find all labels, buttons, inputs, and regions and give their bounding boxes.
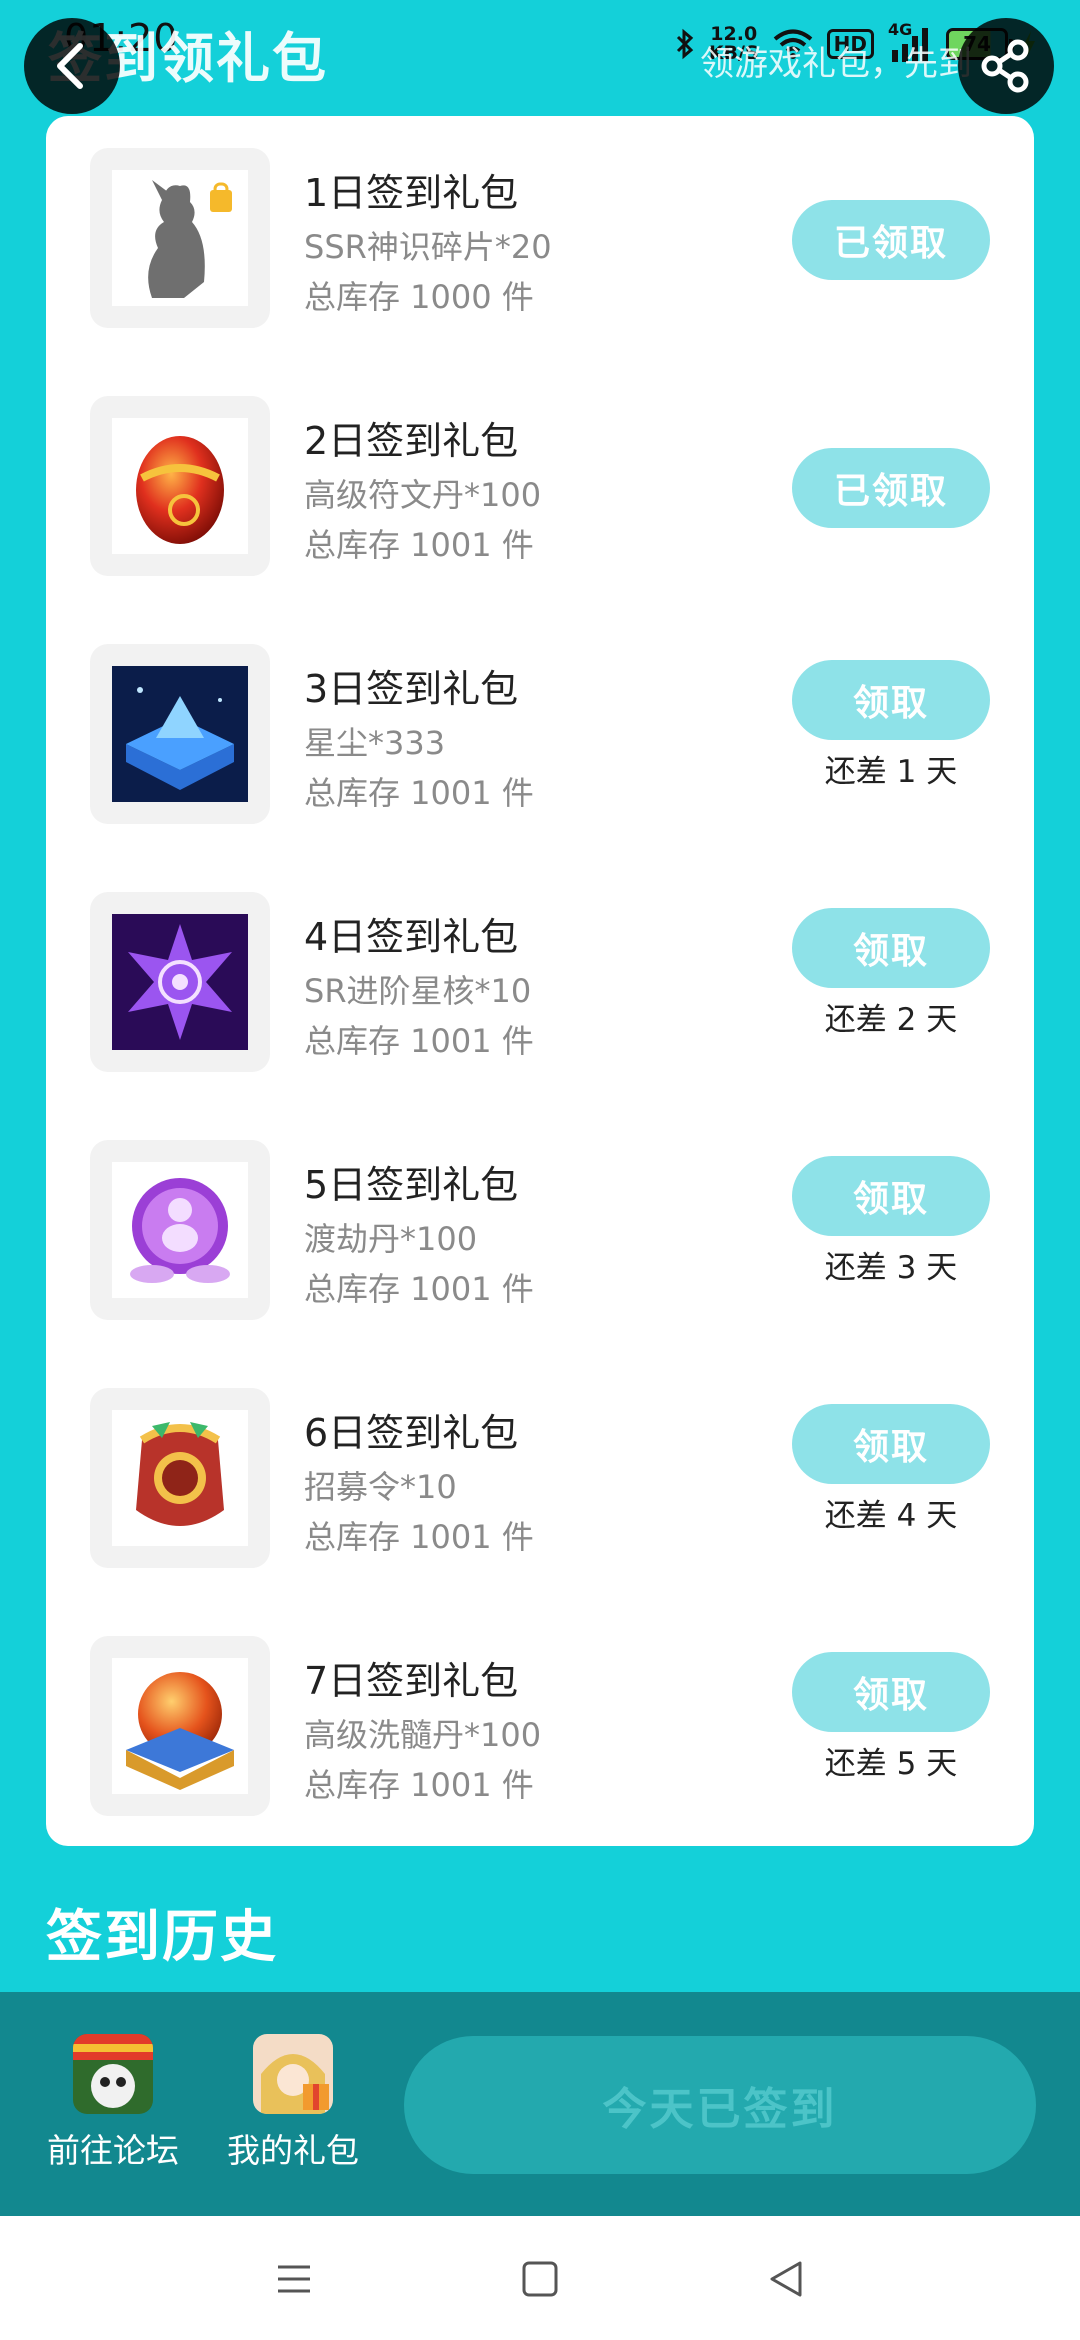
gift-name: 6日签到礼包 [304, 1411, 519, 1455]
share-button[interactable] [958, 18, 1054, 114]
claim-button[interactable]: 领取 [792, 660, 990, 740]
claim-button[interactable]: 领取 [792, 1404, 990, 1484]
gift-row: 6日签到礼包 招募令*10 总库存 1001 件 领取 还差 4 天 [46, 1356, 1034, 1568]
gift-stock: 总库存 1001 件 [304, 1022, 534, 1060]
nav-home-button[interactable] [510, 2254, 570, 2304]
gift-icon-frame [90, 1636, 270, 1816]
gift-stock: 总库存 1001 件 [304, 1518, 534, 1556]
gift-icon-frame [90, 1388, 270, 1568]
days-remaining: 还差 5 天 [824, 1746, 958, 1782]
gift-image [112, 170, 248, 306]
gift-name: 7日签到礼包 [304, 1659, 519, 1703]
gift-icon-frame [90, 148, 270, 328]
gift-row: 3日签到礼包 星尘*333 总库存 1001 件 领取 还差 1 天 [46, 612, 1034, 824]
gift-icon-frame [90, 644, 270, 824]
gift-name: 5日签到礼包 [304, 1163, 519, 1207]
action-bar: 前往论坛 我的礼包 今天已签到 [0, 1992, 1080, 2216]
gift-stock: 总库存 1000 件 [304, 278, 534, 316]
claim-button[interactable]: 领取 [792, 1652, 990, 1732]
days-remaining: 还差 1 天 [824, 754, 958, 790]
forum-avatar [73, 2034, 153, 2114]
days-remaining: 还差 4 天 [824, 1498, 958, 1534]
signed-in-today-button[interactable]: 今天已签到 [404, 2036, 1036, 2174]
gift-row: 2日签到礼包 高级符文丹*100 总库存 1001 件 已领取 [46, 364, 1034, 576]
gift-item: 招募令*10 [304, 1468, 457, 1506]
star-core-icon [112, 914, 248, 1050]
my-gifts-label: 我的礼包 [227, 2131, 359, 2170]
gift-row: 7日签到礼包 高级洗髓丹*100 总库存 1001 件 领取 还差 5 天 [46, 1604, 1034, 1816]
nav-menu-button[interactable] [264, 2254, 324, 2304]
gift-item: SSR神识碎片*20 [304, 228, 552, 266]
gift-name: 3日签到礼包 [304, 667, 519, 711]
my-gifts-link[interactable]: 我的礼包 [218, 2034, 368, 2172]
my-gifts-avatar [253, 2034, 333, 2114]
gift-row: 1日签到礼包 SSR神识碎片*20 总库存 1000 件 已领取 [46, 116, 1034, 328]
gift-item: 高级符文丹*100 [304, 476, 542, 514]
stardust-chest-icon [112, 666, 248, 802]
gift-name: 4日签到礼包 [304, 915, 519, 959]
history-title: 签到历史 [46, 1905, 278, 1970]
days-remaining: 还差 3 天 [824, 1250, 958, 1286]
back-button[interactable] [24, 18, 120, 114]
home-icon [522, 2261, 558, 2297]
claim-button[interactable]: 领取 [792, 1156, 990, 1236]
claimed-button[interactable]: 已领取 [792, 448, 990, 528]
recruit-token-icon [136, 1422, 224, 1526]
system-nav-bar [0, 2216, 1080, 2340]
gift-item: 渡劫丹*100 [304, 1220, 478, 1258]
gift-stock: 总库存 1001 件 [304, 774, 534, 812]
tribulation-pill-icon [130, 1178, 230, 1283]
gift-row: 4日签到礼包 SR进阶星核*10 总库存 1001 件 领取 还差 2 天 [46, 860, 1034, 1072]
gift-item: 高级洗髓丹*100 [304, 1716, 542, 1754]
gift-stock: 总库存 1001 件 [304, 1270, 534, 1308]
gift-item: SR进阶星核*10 [304, 972, 532, 1010]
marrow-pill-icon [126, 1672, 234, 1790]
menu-icon [278, 2265, 310, 2293]
gift-image [112, 914, 248, 1050]
gift-icon-frame [90, 396, 270, 576]
days-remaining: 还差 2 天 [824, 1002, 958, 1038]
gift-name: 2日签到礼包 [304, 419, 519, 463]
header: 签到领礼包 领游戏礼包，先到 [0, 0, 1080, 114]
gift-row: 5日签到礼包 渡劫丹*100 总库存 1001 件 领取 还差 3 天 [46, 1108, 1034, 1320]
gift-icon-frame [90, 1140, 270, 1320]
claimed-button[interactable]: 已领取 [792, 200, 990, 280]
share-icon [981, 39, 1029, 93]
nav-back-button[interactable] [756, 2254, 816, 2304]
gift-image [112, 666, 248, 802]
gift-name: 1日签到礼包 [304, 171, 519, 215]
forum-label: 前往论坛 [47, 2131, 179, 2170]
gift-image [112, 1162, 248, 1298]
gift-stock: 总库存 1001 件 [304, 1766, 534, 1804]
forum-link[interactable]: 前往论坛 [38, 2034, 188, 2172]
gift-stock: 总库存 1001 件 [304, 526, 534, 564]
rune-elixir-icon [136, 436, 224, 544]
gift-image [112, 1658, 248, 1794]
back-arrow-icon [57, 43, 83, 89]
back-triangle-icon [770, 2261, 802, 2297]
gift-image [112, 418, 248, 554]
gift-item: 星尘*333 [304, 724, 446, 762]
gift-list-card: 1日签到礼包 SSR神识碎片*20 总库存 1000 件 已领取 2日签到礼包 … [46, 116, 1034, 1846]
header-hint: 领游戏礼包，先到 [700, 44, 970, 84]
gift-icon-frame [90, 892, 270, 1072]
character-silhouette-icon [148, 180, 232, 298]
gift-image [112, 1410, 248, 1546]
claim-button[interactable]: 领取 [792, 908, 990, 988]
